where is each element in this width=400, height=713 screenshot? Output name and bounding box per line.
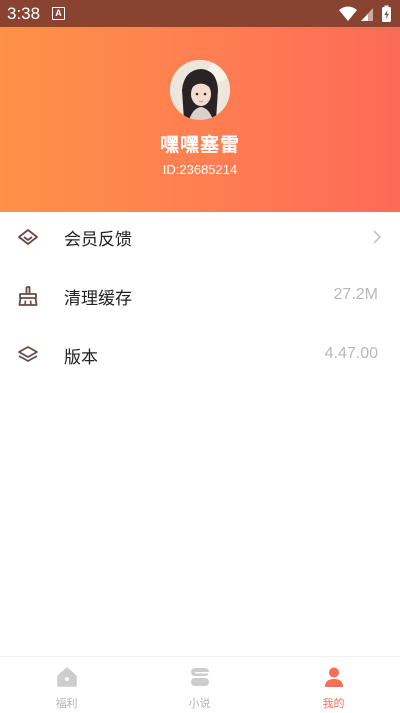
user-id: ID:23685214 bbox=[162, 162, 238, 177]
username: 嘿嘿塞雷 bbox=[159, 134, 240, 156]
home-icon bbox=[57, 667, 77, 687]
version-value: 4.47.00 bbox=[324, 345, 378, 362]
battery-icon bbox=[382, 5, 391, 22]
layers-icon bbox=[18, 346, 38, 362]
tab-label: 福利 bbox=[55, 697, 78, 710]
menu-item-version[interactable]: 版本 4.47.00 bbox=[0, 330, 400, 389]
menu-item-label: 会员反馈 bbox=[64, 230, 132, 250]
status-time: 3:38 bbox=[7, 4, 41, 23]
avatar[interactable] bbox=[170, 60, 230, 120]
book-icon bbox=[191, 668, 209, 686]
avatar-image bbox=[170, 60, 230, 120]
notification-icon: A bbox=[52, 7, 65, 20]
tab-novel[interactable]: 小说 bbox=[133, 657, 266, 713]
broom-icon bbox=[18, 286, 38, 306]
menu-item-label: 版本 bbox=[64, 348, 98, 368]
status-icons bbox=[338, 5, 394, 27]
tab-mine[interactable]: 我的 bbox=[267, 657, 400, 713]
menu-item-label: 清理缓存 bbox=[64, 289, 132, 309]
chevron-right-icon bbox=[373, 230, 382, 244]
wifi-icon bbox=[339, 6, 357, 21]
signal-icon bbox=[361, 8, 373, 21]
menu-item-clear-cache[interactable]: 清理缓存 27.2M bbox=[0, 271, 400, 330]
menu-item-member-feedback[interactable]: 会员反馈 bbox=[0, 212, 400, 271]
cache-size-value: 27.2M bbox=[333, 286, 378, 303]
tab-label: 小说 bbox=[188, 697, 211, 710]
tab-label: 我的 bbox=[322, 697, 345, 710]
status-bar: 3:38 A bbox=[0, 0, 400, 27]
bottom-tab-bar: 福利 小说 我的 bbox=[0, 656, 400, 713]
settings-menu: 会员反馈 清理缓存 27.2M 版本 4.47.00 bbox=[0, 212, 400, 389]
tab-welfare[interactable]: 福利 bbox=[0, 657, 133, 713]
diamond-icon bbox=[18, 229, 38, 245]
person-icon bbox=[325, 667, 343, 687]
